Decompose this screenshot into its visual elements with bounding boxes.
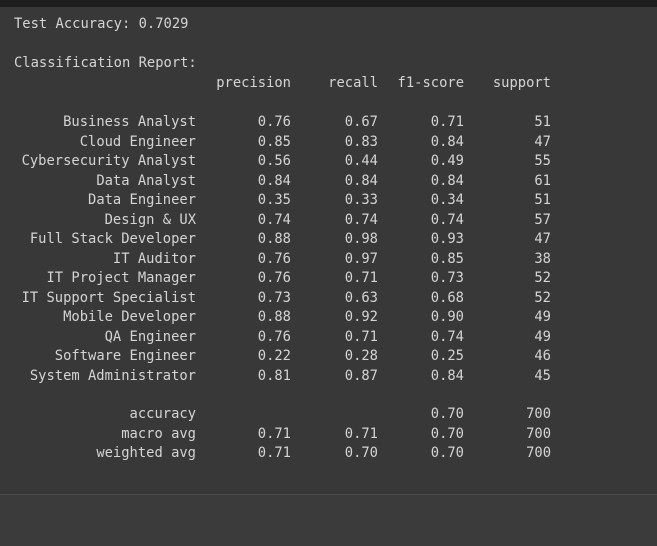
f1-value: 0.84 xyxy=(430,172,464,189)
recall-value: 0.83 xyxy=(344,133,378,150)
header-support: support xyxy=(492,75,551,91)
precision-value: 0.35 xyxy=(257,192,291,208)
header-f1-score: f1-score xyxy=(397,75,464,91)
f1-value: 0.71 xyxy=(430,114,464,130)
f1-value: 0.90 xyxy=(430,309,464,325)
precision-value: 0.88 xyxy=(257,309,291,325)
support-value: 55 xyxy=(534,153,551,169)
recall-value: 0.97 xyxy=(344,250,378,267)
row-label: System Administrator xyxy=(29,367,196,384)
precision-value: 0.71 xyxy=(257,445,291,461)
recall-value: 0.67 xyxy=(344,114,378,130)
support-value: 61 xyxy=(534,172,551,189)
recall-value: 0.63 xyxy=(344,289,378,306)
recall-value: 0.71 xyxy=(344,328,378,345)
f1-value: 0.84 xyxy=(430,367,464,384)
support-value: 46 xyxy=(534,348,551,364)
support-value: 700 xyxy=(526,425,551,442)
precision-value: 0.84 xyxy=(257,172,291,189)
support-value: 700 xyxy=(526,406,551,422)
recall-value: 0.84 xyxy=(344,172,378,189)
row-label: Data Analyst xyxy=(96,172,196,189)
support-value: 45 xyxy=(534,367,551,384)
f1-value: 0.25 xyxy=(430,348,464,364)
row-label: IT Project Manager xyxy=(46,270,196,286)
row-label: Software Engineer xyxy=(54,348,196,364)
f1-value: 0.49 xyxy=(430,153,464,169)
recall-value: 0.44 xyxy=(344,153,378,169)
precision-value: 0.56 xyxy=(257,153,291,169)
recall-value: 0.71 xyxy=(344,270,378,286)
recall-value: 0.70 xyxy=(344,445,378,461)
precision-value: 0.85 xyxy=(257,133,291,150)
precision-value: 0.71 xyxy=(257,425,291,442)
report-title: Classification Report: xyxy=(14,55,197,71)
header-recall: recall xyxy=(328,75,378,91)
row-label: weighted avg xyxy=(96,445,196,461)
top-bar xyxy=(0,0,657,7)
row-label: Design & UX xyxy=(104,211,196,228)
row-label: QA Engineer xyxy=(104,328,196,345)
cell-output: Test Accuracy: 0.7029 Classification Rep… xyxy=(0,7,657,494)
row-label: accuracy xyxy=(129,406,196,422)
support-value: 38 xyxy=(534,250,551,267)
row-label: Cybersecurity Analyst xyxy=(21,153,196,169)
f1-value: 0.73 xyxy=(430,270,464,286)
recall-value: 0.98 xyxy=(344,231,378,247)
precision-value: 0.73 xyxy=(257,289,291,306)
bottom-panel xyxy=(0,495,657,546)
support-value: 57 xyxy=(534,211,551,228)
test-accuracy-line: Test Accuracy: 0.7029 xyxy=(14,16,189,32)
row-label: IT Auditor xyxy=(112,250,196,267)
precision-value: 0.76 xyxy=(257,328,291,345)
row-label: Business Analyst xyxy=(63,114,196,130)
row-label: Data Engineer xyxy=(88,192,196,208)
precision-value: 0.76 xyxy=(257,114,291,130)
support-value: 52 xyxy=(534,270,551,286)
support-value: 47 xyxy=(534,231,551,247)
header-precision: precision xyxy=(216,75,291,91)
precision-value: 0.76 xyxy=(257,270,291,286)
recall-value: 0.74 xyxy=(344,211,378,228)
f1-value: 0.70 xyxy=(430,406,464,422)
precision-value: 0.22 xyxy=(257,348,291,364)
f1-value: 0.70 xyxy=(430,445,464,461)
row-label: macro avg xyxy=(121,425,196,442)
recall-value: 0.92 xyxy=(344,309,378,325)
recall-value: 0.71 xyxy=(344,425,378,442)
f1-value: 0.85 xyxy=(430,250,464,267)
support-value: 51 xyxy=(534,192,551,208)
recall-value: 0.28 xyxy=(344,348,378,364)
precision-value: 0.74 xyxy=(257,211,291,228)
f1-value: 0.74 xyxy=(430,211,464,228)
precision-value: 0.76 xyxy=(257,250,291,267)
row-label: Cloud Engineer xyxy=(79,133,196,150)
f1-value: 0.68 xyxy=(430,289,464,306)
row-label: Mobile Developer xyxy=(63,309,196,325)
row-label: IT Support Specialist xyxy=(21,289,196,306)
f1-value: 0.93 xyxy=(430,231,464,247)
f1-value: 0.70 xyxy=(430,425,464,442)
recall-value: 0.33 xyxy=(344,192,378,208)
f1-value: 0.34 xyxy=(430,192,464,208)
support-value: 52 xyxy=(534,289,551,306)
support-value: 700 xyxy=(526,445,551,461)
f1-value: 0.74 xyxy=(430,328,464,345)
row-label: Full Stack Developer xyxy=(29,231,196,247)
support-value: 49 xyxy=(534,309,551,325)
f1-value: 0.84 xyxy=(430,133,464,150)
recall-value: 0.87 xyxy=(344,367,378,384)
precision-value: 0.81 xyxy=(257,367,291,384)
support-value: 47 xyxy=(534,133,551,150)
support-value: 51 xyxy=(534,114,551,130)
support-value: 49 xyxy=(534,328,551,345)
precision-value: 0.88 xyxy=(257,231,291,247)
